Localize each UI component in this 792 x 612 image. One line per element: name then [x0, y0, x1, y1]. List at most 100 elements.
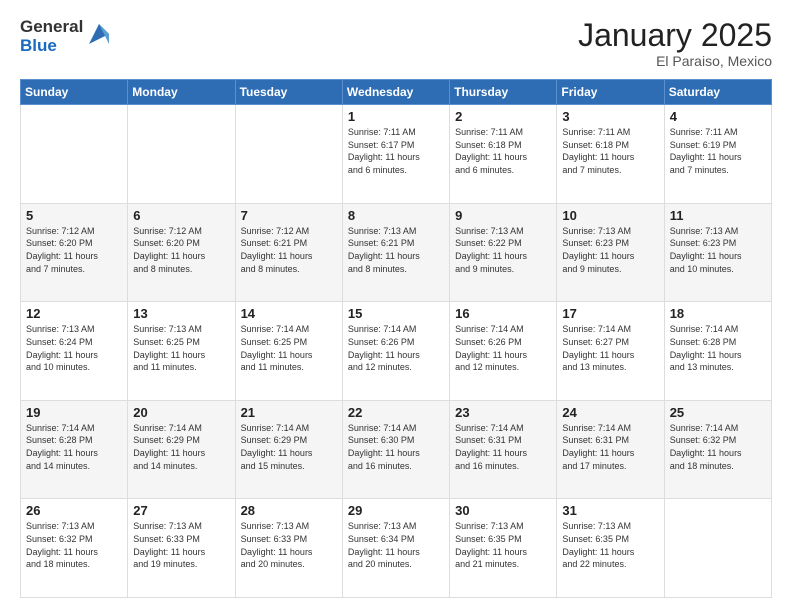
day-number: 31 — [562, 503, 658, 518]
day-number: 22 — [348, 405, 444, 420]
table-row: 25Sunrise: 7:14 AMSunset: 6:32 PMDayligh… — [664, 400, 771, 499]
day-info: Sunrise: 7:13 AMSunset: 6:23 PMDaylight:… — [670, 225, 766, 275]
day-number: 21 — [241, 405, 337, 420]
calendar-week-row: 1 Sunrise: 7:11 AMSunset: 6:17 PMDaylight… — [21, 105, 772, 204]
day-number: 23 — [455, 405, 551, 420]
day-number: 3 — [562, 109, 658, 124]
day-info: Sunrise: 7:14 AMSunset: 6:29 PMDaylight:… — [133, 422, 229, 472]
col-wednesday: Wednesday — [342, 80, 449, 105]
day-info: Sunrise: 7:11 AMSunset: 6:18 PMDaylight:… — [562, 126, 658, 176]
table-row: 21 Sunrise: 7:14 AMSunset: 6:29 PMDayligh… — [235, 400, 342, 499]
day-number: 28 — [241, 503, 337, 518]
day-info: Sunrise: 7:13 AMSunset: 6:22 PMDaylight:… — [455, 225, 551, 275]
day-info: Sunrise: 7:12 AMSunset: 6:20 PMDaylight:… — [26, 225, 122, 275]
day-info: Sunrise: 7:14 AMSunset: 6:26 PMDaylight:… — [455, 323, 551, 373]
day-info: Sunrise: 7:11 AMSunset: 6:19 PMDaylight:… — [670, 126, 766, 176]
table-row: 10 Sunrise: 7:13 AMSunset: 6:23 PMDayligh… — [557, 203, 664, 302]
table-row — [21, 105, 128, 204]
table-row: 26 Sunrise: 7:13 AMSunset: 6:32 PMDayligh… — [21, 499, 128, 598]
table-row — [664, 499, 771, 598]
day-number: 27 — [133, 503, 229, 518]
day-info: Sunrise: 7:13 AMSunset: 6:35 PMDaylight:… — [562, 520, 658, 570]
day-number: 20 — [133, 405, 229, 420]
day-info: Sunrise: 7:14 AMSunset: 6:29 PMDaylight:… — [241, 422, 337, 472]
table-row: 27 Sunrise: 7:13 AMSunset: 6:33 PMDayligh… — [128, 499, 235, 598]
day-number: 9 — [455, 208, 551, 223]
table-row: 29 Sunrise: 7:13 AMSunset: 6:34 PMDayligh… — [342, 499, 449, 598]
table-row: 18 Sunrise: 7:14 AMSunset: 6:28 PMDayligh… — [664, 302, 771, 401]
table-row: 11 Sunrise: 7:13 AMSunset: 6:23 PMDayligh… — [664, 203, 771, 302]
day-info: Sunrise: 7:11 AMSunset: 6:17 PMDaylight:… — [348, 126, 444, 176]
logo-general: General — [20, 18, 83, 37]
day-info: Sunrise: 7:13 AMSunset: 6:21 PMDaylight:… — [348, 225, 444, 275]
day-number: 12 — [26, 306, 122, 321]
day-info: Sunrise: 7:14 AMSunset: 6:25 PMDaylight:… — [241, 323, 337, 373]
day-info: Sunrise: 7:14 AMSunset: 6:28 PMDaylight:… — [26, 422, 122, 472]
day-number: 6 — [133, 208, 229, 223]
day-info: Sunrise: 7:14 AMSunset: 6:28 PMDaylight:… — [670, 323, 766, 373]
table-row: 22 Sunrise: 7:14 AMSunset: 6:30 PMDayligh… — [342, 400, 449, 499]
table-row: 30 Sunrise: 7:13 AMSunset: 6:35 PMDayligh… — [450, 499, 557, 598]
table-row: 24 Sunrise: 7:14 AMSunset: 6:31 PMDayligh… — [557, 400, 664, 499]
logo-blue: Blue — [20, 37, 83, 56]
day-info: Sunrise: 7:13 AMSunset: 6:23 PMDaylight:… — [562, 225, 658, 275]
title-block: January 2025 El Paraiso, Mexico — [578, 18, 772, 69]
day-number: 5 — [26, 208, 122, 223]
col-friday: Friday — [557, 80, 664, 105]
calendar-week-row: 19 Sunrise: 7:14 AMSunset: 6:28 PMDayligh… — [21, 400, 772, 499]
day-info: Sunrise: 7:14 AMSunset: 6:27 PMDaylight:… — [562, 323, 658, 373]
day-info: Sunrise: 7:13 AMSunset: 6:24 PMDaylight:… — [26, 323, 122, 373]
day-number: 30 — [455, 503, 551, 518]
title-location: El Paraiso, Mexico — [578, 53, 772, 69]
day-info: Sunrise: 7:14 AMSunset: 6:31 PMDaylight:… — [562, 422, 658, 472]
day-number: 25 — [670, 405, 766, 420]
table-row: 20 Sunrise: 7:14 AMSunset: 6:29 PMDayligh… — [128, 400, 235, 499]
day-info: Sunrise: 7:13 AMSunset: 6:32 PMDaylight:… — [26, 520, 122, 570]
calendar-week-row: 26 Sunrise: 7:13 AMSunset: 6:32 PMDayligh… — [21, 499, 772, 598]
day-info: Sunrise: 7:13 AMSunset: 6:33 PMDaylight:… — [241, 520, 337, 570]
table-row: 1 Sunrise: 7:11 AMSunset: 6:17 PMDaylight… — [342, 105, 449, 204]
day-info: Sunrise: 7:13 AMSunset: 6:34 PMDaylight:… — [348, 520, 444, 570]
table-row: 8 Sunrise: 7:13 AMSunset: 6:21 PMDaylight… — [342, 203, 449, 302]
day-number: 26 — [26, 503, 122, 518]
logo-icon — [85, 20, 113, 48]
day-number: 11 — [670, 208, 766, 223]
header: General Blue January 2025 El Paraiso, Me… — [20, 18, 772, 69]
logo-text: General Blue — [20, 18, 83, 55]
title-month: January 2025 — [578, 18, 772, 53]
col-tuesday: Tuesday — [235, 80, 342, 105]
table-row: 23Sunrise: 7:14 AMSunset: 6:31 PMDayligh… — [450, 400, 557, 499]
day-number: 7 — [241, 208, 337, 223]
day-number: 24 — [562, 405, 658, 420]
day-info: Sunrise: 7:13 AMSunset: 6:33 PMDaylight:… — [133, 520, 229, 570]
day-number: 16 — [455, 306, 551, 321]
day-info: Sunrise: 7:13 AMSunset: 6:35 PMDaylight:… — [455, 520, 551, 570]
table-row: 16 Sunrise: 7:14 AMSunset: 6:26 PMDayligh… — [450, 302, 557, 401]
calendar-week-row: 5 Sunrise: 7:12 AMSunset: 6:20 PMDaylight… — [21, 203, 772, 302]
day-number: 18 — [670, 306, 766, 321]
day-number: 29 — [348, 503, 444, 518]
calendar-table: Sunday Monday Tuesday Wednesday Thursday… — [20, 79, 772, 598]
day-number: 19 — [26, 405, 122, 420]
day-info: Sunrise: 7:14 AMSunset: 6:26 PMDaylight:… — [348, 323, 444, 373]
table-row: 6 Sunrise: 7:12 AMSunset: 6:20 PMDaylight… — [128, 203, 235, 302]
day-number: 14 — [241, 306, 337, 321]
table-row: 7 Sunrise: 7:12 AMSunset: 6:21 PMDaylight… — [235, 203, 342, 302]
day-info: Sunrise: 7:14 AMSunset: 6:30 PMDaylight:… — [348, 422, 444, 472]
col-thursday: Thursday — [450, 80, 557, 105]
col-saturday: Saturday — [664, 80, 771, 105]
calendar-week-row: 12 Sunrise: 7:13 AMSunset: 6:24 PMDayligh… — [21, 302, 772, 401]
table-row: 13Sunrise: 7:13 AMSunset: 6:25 PMDayligh… — [128, 302, 235, 401]
day-number: 10 — [562, 208, 658, 223]
table-row: 9 Sunrise: 7:13 AMSunset: 6:22 PMDaylight… — [450, 203, 557, 302]
day-info: Sunrise: 7:12 AMSunset: 6:20 PMDaylight:… — [133, 225, 229, 275]
day-number: 8 — [348, 208, 444, 223]
day-info: Sunrise: 7:11 AMSunset: 6:18 PMDaylight:… — [455, 126, 551, 176]
day-number: 1 — [348, 109, 444, 124]
logo: General Blue — [20, 18, 113, 55]
day-info: Sunrise: 7:12 AMSunset: 6:21 PMDaylight:… — [241, 225, 337, 275]
table-row — [128, 105, 235, 204]
table-row: 31 Sunrise: 7:13 AMSunset: 6:35 PMDayligh… — [557, 499, 664, 598]
day-number: 2 — [455, 109, 551, 124]
table-row: 2 Sunrise: 7:11 AMSunset: 6:18 PMDaylight… — [450, 105, 557, 204]
